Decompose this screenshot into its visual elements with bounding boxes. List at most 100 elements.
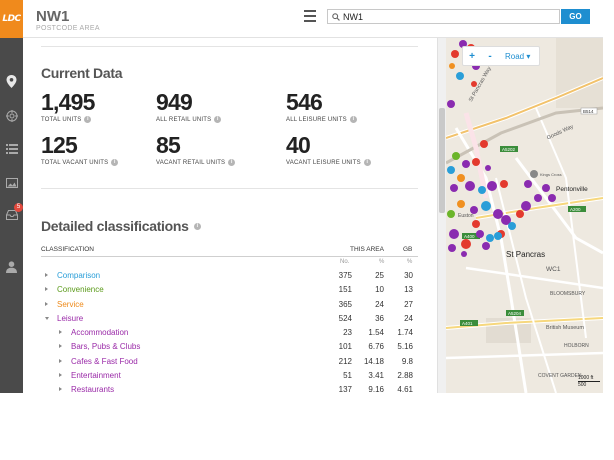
app-logo[interactable]: LDC [0, 0, 23, 38]
cell-no: 23 [343, 328, 352, 338]
expand-arrow-icon[interactable] [45, 301, 48, 306]
cell-pct: 14.18 [363, 356, 384, 366]
current-data-heading: Current Data [41, 65, 123, 81]
map-label: St Pancras [506, 250, 546, 259]
search-box[interactable] [327, 9, 560, 24]
classification-name[interactable]: Convenience [57, 285, 104, 294]
cell-gb: 24 [404, 313, 413, 323]
table-row[interactable]: Cafes & Fast Food 212 14.18 9.8 [41, 354, 418, 368]
cell-no: 524 [338, 313, 352, 323]
cell-pct: 25 [375, 271, 384, 280]
info-icon[interactable]: i [84, 116, 92, 123]
info-icon[interactable]: i [349, 116, 357, 123]
cell-no: 137 [338, 385, 352, 393]
cell-no: 365 [338, 299, 352, 309]
info-icon[interactable]: i [193, 222, 201, 230]
info-icon[interactable]: i [363, 159, 371, 166]
data-panel[interactable]: Current Data 1,495 TOTAL UNITS i 949 ALL … [23, 38, 437, 393]
collapse-arrow-icon[interactable] [45, 316, 49, 320]
cell-gb: 2.88 [397, 371, 413, 381]
column-header-this-area[interactable]: THIS AREA [350, 246, 384, 253]
classification-table: CLASSIFICATION THIS AREA GB No. % % Comp… [41, 244, 418, 393]
content-scrollbar[interactable] [437, 38, 446, 393]
classification-name[interactable]: Bars, Pubs & Clubs [71, 342, 140, 351]
classification-name[interactable]: Leisure [57, 314, 83, 323]
cell-no: 151 [338, 285, 352, 295]
expand-arrow-icon[interactable] [45, 273, 48, 277]
table-row[interactable]: Convenience 151 10 13 [41, 282, 418, 296]
scrollbar-thumb[interactable] [439, 108, 445, 213]
cell-no: 212 [338, 356, 352, 366]
info-icon[interactable]: i [111, 159, 119, 166]
map-label: Pentonville [556, 186, 588, 193]
location-pin-icon[interactable] [4, 74, 19, 89]
classification-name[interactable]: Cafes & Fast Food [71, 357, 138, 366]
map-label: A400 [464, 234, 475, 239]
map-type-dropdown[interactable]: Road ▾ [505, 52, 530, 61]
map-scale: 1000 ft 500 [578, 375, 600, 388]
classification-name[interactable]: Restaurants [71, 385, 114, 393]
expand-arrow-icon[interactable] [59, 373, 62, 378]
table-row[interactable]: Entertainment 51 3.41 2.88 [41, 368, 418, 382]
map-label: A5204 [508, 311, 522, 316]
stat-retail-units: 949 ALL RETAIL UNITS i [156, 91, 222, 123]
stat-vacant-leisure: 40 VACANT LEISURE UNITS i [286, 134, 371, 166]
info-icon[interactable]: i [228, 159, 236, 166]
map-label: WC1 [546, 266, 561, 273]
map-label: A401 [462, 321, 473, 326]
go-button[interactable]: GO [561, 9, 590, 24]
classification-name[interactable]: Accommodation [71, 328, 128, 337]
cell-pct: 36 [375, 313, 384, 323]
cell-gb: 13 [404, 285, 413, 295]
column-header-gb[interactable]: GB [403, 246, 412, 253]
user-icon[interactable] [4, 259, 19, 274]
cell-gb: 1.74 [397, 328, 413, 338]
inbox-icon[interactable]: 5 [4, 203, 23, 222]
list-icon[interactable] [4, 141, 19, 156]
search-icon [332, 12, 340, 21]
cell-gb: 5.16 [397, 342, 413, 352]
page-subtitle: POSTCODE AREA [36, 25, 100, 32]
stat-leisure-units: 546 ALL LEISURE UNITS i [286, 91, 357, 123]
expand-arrow-icon[interactable] [45, 287, 48, 292]
expand-arrow-icon[interactable] [59, 358, 62, 363]
map-label: A5202 [502, 147, 516, 152]
column-header-classification[interactable]: CLASSIFICATION [41, 246, 94, 253]
page-title: NW1 [36, 8, 70, 25]
image-icon[interactable] [4, 175, 19, 190]
zoom-in-button[interactable]: + [463, 51, 481, 62]
app-frame: LDC 5 NW1 POSTCODE AREA GO [0, 0, 603, 393]
table-row[interactable]: Comparison 375 25 30 [41, 268, 418, 282]
stat-total-units: 1,495 TOTAL UNITS i [41, 89, 95, 123]
table-row[interactable]: Restaurants 137 9.16 4.61 [41, 382, 418, 393]
cell-gb: 9.8 [401, 356, 413, 366]
zoom-out-button[interactable]: - [481, 51, 499, 62]
stat-vacant-units: 125 TOTAL VACANT UNITS i [41, 134, 119, 166]
hamburger-menu-icon[interactable] [304, 10, 316, 22]
cell-pct: 10 [375, 285, 384, 295]
target-icon[interactable] [4, 108, 19, 123]
header-bar: NW1 POSTCODE AREA GO [23, 0, 603, 38]
map-label: COVENT GARDEN [538, 373, 582, 379]
map-label: A200 [570, 207, 581, 212]
table-row[interactable]: Bars, Pubs & Clubs 101 6.76 5.16 [41, 339, 418, 353]
classification-name[interactable]: Service [57, 300, 84, 309]
map-label: British Museum [546, 325, 584, 331]
classification-name[interactable]: Entertainment [71, 371, 121, 380]
table-row[interactable]: Service 365 24 27 [41, 297, 418, 311]
search-input[interactable] [343, 11, 543, 22]
expand-arrow-icon[interactable] [59, 330, 62, 335]
expand-arrow-icon[interactable] [59, 344, 62, 349]
cell-no: 375 [338, 271, 352, 280]
expand-arrow-icon[interactable] [59, 387, 62, 392]
map-label: B514 [583, 109, 594, 114]
cell-no: 101 [338, 342, 352, 352]
table-row[interactable]: Accommodation 23 1.54 1.74 [41, 325, 418, 339]
table-subheader: No. % % [340, 259, 413, 265]
classification-name[interactable]: Comparison [57, 271, 100, 280]
info-icon[interactable]: i [214, 116, 222, 123]
table-row[interactable]: Leisure 524 36 24 [41, 311, 418, 325]
map-label: BLOOMSBURY [550, 291, 586, 297]
map-view[interactable]: + - Road ▾ St Pancras Way Goods Way St Pan… [446, 38, 603, 393]
cell-pct: 24 [375, 299, 384, 309]
